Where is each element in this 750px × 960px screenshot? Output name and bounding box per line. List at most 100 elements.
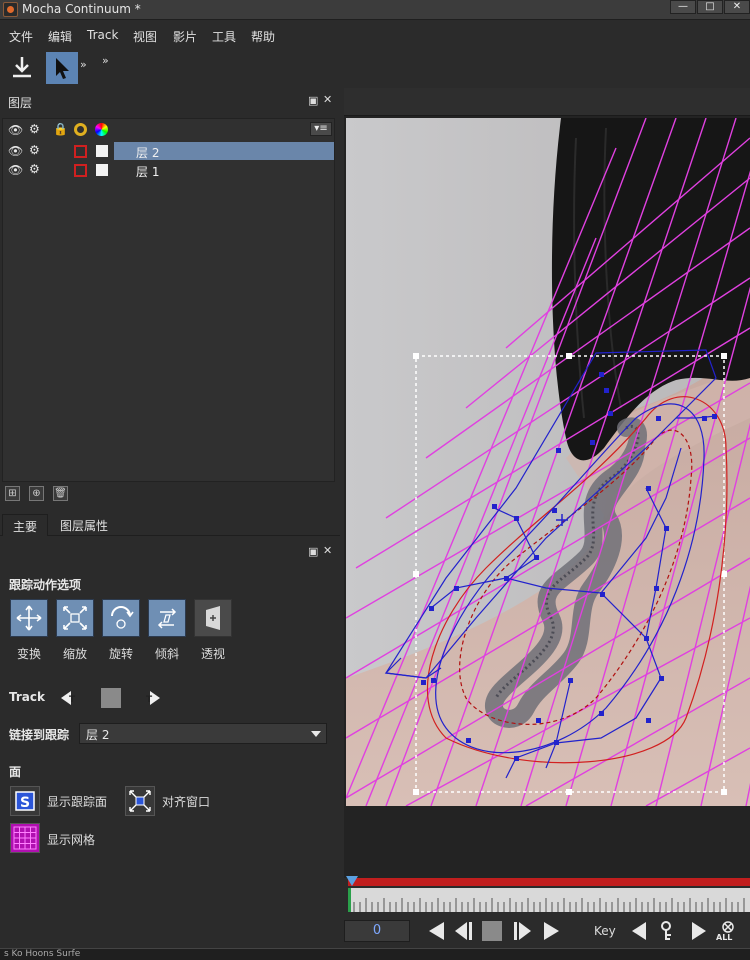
rotation-toggle-button[interactable] [102, 599, 140, 637]
scale-label: 缩放 [62, 647, 87, 661]
add-key-button[interactable] [658, 920, 680, 942]
translate-arrows-icon [16, 605, 42, 631]
step-backward-button[interactable] [452, 920, 474, 942]
menu-bar: 文件 编辑 Track 视图 影片 工具 帮助 [0, 24, 750, 48]
menu-view[interactable]: 视图 [133, 28, 157, 45]
color-ring-icon[interactable] [74, 123, 87, 136]
maximize-button[interactable]: □ [697, 0, 723, 14]
viewer-header [344, 88, 750, 116]
shear-toggle-button[interactable] [148, 599, 186, 637]
lock-header-icon[interactable]: 🔒 [53, 122, 68, 136]
select-tool-button[interactable] [46, 52, 78, 84]
layer-matte-swatch[interactable] [96, 164, 108, 176]
menu-file[interactable]: 文件 [9, 28, 33, 45]
tab-main[interactable]: 主要 [2, 514, 49, 536]
status-strip: s Ko Hoons Surfe [0, 948, 750, 960]
layer-matte-swatch[interactable] [96, 145, 108, 157]
shear-icon [157, 608, 177, 629]
trash-icon[interactable]: 🗑 [53, 486, 68, 501]
viewer-canvas[interactable] [346, 118, 750, 806]
scale-toggle-button[interactable] [56, 599, 94, 637]
menu-tools[interactable]: 工具 [212, 28, 236, 45]
step-forward-button[interactable] [512, 920, 534, 942]
perspective-toggle-button[interactable] [194, 599, 232, 637]
current-frame-field[interactable]: 0 [344, 920, 410, 942]
timeline-range-bar [348, 878, 750, 886]
eye-icon[interactable]: 👁 [8, 163, 23, 177]
play-forward-button[interactable] [540, 920, 562, 942]
key-icon [661, 921, 671, 940]
menu-help[interactable]: 帮助 [251, 28, 275, 45]
grid-icon [13, 826, 37, 850]
link-to-track-label: 链接到跟踪 [9, 728, 70, 742]
layers-menu-button[interactable]: ▾≡ [310, 122, 332, 136]
stop-button[interactable] [482, 921, 502, 941]
playhead-marker-icon[interactable] [346, 876, 358, 886]
show-grid-button[interactable] [10, 823, 40, 853]
close-window-button[interactable]: ✕ [724, 0, 750, 14]
motion-options-title: 跟踪动作选项 [9, 578, 82, 592]
delete-all-keys-button[interactable]: ALL [716, 920, 740, 942]
layers-panel-float-icon[interactable]: ▣ [308, 94, 318, 107]
step-backward-icon [455, 922, 472, 940]
link-to-track-value: 层 2 [86, 728, 110, 742]
gear-icon[interactable]: ⚙ [29, 162, 40, 176]
params-panel-float-icon[interactable]: ▣ [308, 545, 318, 558]
new-folder-icon[interactable]: ⊞ [5, 486, 20, 501]
minimize-button[interactable]: — [670, 0, 696, 14]
track-backward-button[interactable]: T [59, 688, 79, 708]
translation-label: 变换 [16, 647, 41, 661]
all-label: ALL [716, 933, 733, 942]
toolbar-overflow-1[interactable]: » [80, 58, 87, 71]
layers-panel-title: 图层 [8, 96, 33, 110]
layer-name: 层 2 [136, 146, 160, 160]
next-key-button[interactable] [688, 920, 710, 942]
mocha-logo-icon [3, 2, 18, 17]
align-window-label: 对齐窗口 [162, 795, 211, 809]
align-window-button[interactable] [125, 786, 155, 816]
color-wheel-icon[interactable] [95, 123, 108, 136]
timeline[interactable] [344, 876, 750, 914]
chevron-down-icon [311, 731, 321, 737]
properties-tabs: 主要 图层属性 [0, 512, 340, 536]
rotate-arrow-icon [111, 606, 134, 629]
track-forward-button[interactable]: T [142, 688, 162, 708]
gear-header-icon[interactable]: ⚙ [29, 122, 40, 136]
step-forward-icon [514, 922, 531, 940]
svg-text:T: T [69, 695, 76, 705]
layer-row[interactable]: 👁 ⚙ 层 1 [3, 161, 334, 179]
tab-layer-properties[interactable]: 图层属性 [50, 514, 118, 536]
prev-key-button[interactable] [628, 920, 650, 942]
perspective-icon [206, 606, 220, 630]
play-backward-button[interactable] [426, 920, 448, 942]
menu-edit[interactable]: 编辑 [48, 28, 72, 45]
show-surface-button[interactable]: S [10, 786, 40, 816]
params-panel-close-icon[interactable]: ✕ [323, 544, 332, 557]
gear-icon[interactable]: ⚙ [29, 143, 40, 157]
prev-key-icon [632, 922, 646, 940]
timeline-ruler[interactable] [348, 888, 750, 912]
layers-panel-close-icon[interactable]: ✕ [323, 93, 332, 106]
menu-movie[interactable]: 影片 [173, 28, 197, 45]
import-button[interactable] [6, 52, 38, 84]
key-label: Key [594, 924, 616, 938]
layer-row[interactable]: 👁 ⚙ 层 2 [3, 142, 334, 160]
visibility-header-icon[interactable]: 👁 [8, 123, 23, 137]
track-label: Track [9, 690, 45, 704]
eye-icon[interactable]: 👁 [8, 144, 23, 158]
show-grid-label: 显示网格 [47, 833, 96, 847]
duplicate-layer-icon[interactable]: ⊕ [29, 486, 44, 501]
align-window-icon [129, 790, 151, 812]
translation-toggle-button[interactable] [10, 599, 48, 637]
menu-track[interactable]: Track [87, 28, 118, 42]
layer-color-swatch[interactable] [74, 145, 87, 158]
link-to-track-select[interactable]: 层 2 [79, 723, 327, 744]
layer-color-swatch[interactable] [74, 164, 87, 177]
toolbar-overflow-2[interactable]: » [102, 54, 109, 67]
surface-section-title: 面 [9, 765, 22, 779]
toolbar: » » [0, 50, 750, 86]
transport-controls: 0 Key ALL [344, 916, 750, 946]
track-stop-button[interactable] [101, 688, 121, 708]
track-backward-icon: T [61, 691, 76, 705]
download-icon [13, 57, 31, 78]
